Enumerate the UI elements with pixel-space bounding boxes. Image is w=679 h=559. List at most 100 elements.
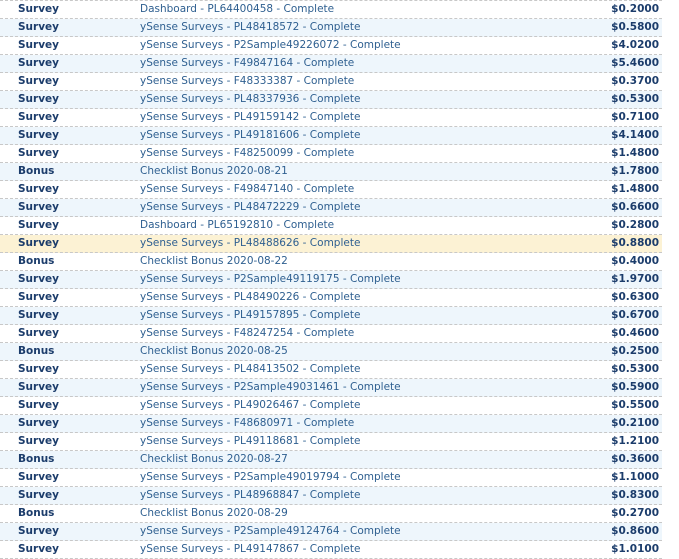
transaction-description: ySense Surveys - PL49147867 - Complete: [140, 543, 361, 555]
transaction-description: ySense Surveys - P2Sample49119175 - Comp…: [140, 273, 401, 285]
transaction-type: Bonus: [18, 507, 55, 519]
transaction-description: ySense Surveys - P2Sample49031461 - Comp…: [140, 381, 401, 393]
transaction-type: Survey: [18, 237, 60, 249]
table-row: Survey ySense Surveys - P2Sample49226072 …: [0, 37, 662, 55]
transaction-description: Checklist Bonus 2020-08-21: [140, 165, 288, 177]
transaction-amount: $4.1400: [611, 129, 659, 141]
transaction-amount: $0.4600: [611, 327, 659, 339]
transaction-type: Survey: [18, 417, 60, 429]
transaction-description: ySense Surveys - PL48418572 - Complete: [140, 21, 361, 33]
transaction-amount: $5.4600: [611, 57, 659, 69]
transaction-type: Bonus: [18, 165, 55, 177]
table-row: Survey ySense Surveys - F48333387 - Compl…: [0, 73, 662, 91]
transaction-amount: $0.4000: [611, 255, 659, 267]
transaction-amount: $0.8800: [611, 237, 659, 249]
transaction-amount: $0.5300: [611, 363, 659, 375]
transaction-amount: $1.4800: [611, 183, 659, 195]
table-row: Survey Dashboard - PL64400458 - Complete $…: [0, 1, 662, 19]
table-row: Survey Dashboard - PL65192810 - Complete $…: [0, 217, 662, 235]
transaction-amount: $0.6700: [611, 309, 659, 321]
transaction-type: Survey: [18, 201, 60, 213]
table-row: Survey ySense Surveys - PL49181606 - Comp…: [0, 127, 662, 145]
transaction-description: ySense Surveys - F48333387 - Complete: [140, 75, 355, 87]
transaction-type: Survey: [18, 57, 60, 69]
transaction-amount: $0.2500: [611, 345, 659, 357]
table-row: Survey ySense Surveys - PL49118681 - Comp…: [0, 433, 662, 451]
transaction-type: Survey: [18, 39, 60, 51]
table-row: Survey ySense Surveys - PL48418572 - Comp…: [0, 19, 662, 37]
transaction-amount: $0.3700: [611, 75, 659, 87]
transaction-type: Survey: [18, 75, 60, 87]
table-row: Survey ySense Surveys - PL49159142 - Comp…: [0, 109, 662, 127]
table-row: Survey ySense Surveys - F48247254 - Compl…: [0, 325, 662, 343]
transaction-amount: $0.6600: [611, 201, 659, 213]
transaction-description: ySense Surveys - PL48413502 - Complete: [140, 363, 361, 375]
transaction-type: Survey: [18, 129, 60, 141]
transaction-description: ySense Surveys - PL48337936 - Complete: [140, 93, 361, 105]
table-row: Survey ySense Surveys - F49847164 - Compl…: [0, 55, 662, 73]
transaction-amount: $1.2100: [611, 435, 659, 447]
transaction-description: ySense Surveys - F48680971 - Complete: [140, 417, 355, 429]
transaction-type: Survey: [18, 309, 60, 321]
transaction-description: ySense Surveys - F48250099 - Complete: [140, 147, 355, 159]
transaction-description: Checklist Bonus 2020-08-29: [140, 507, 288, 519]
table-row: Bonus Checklist Bonus 2020-08-22 $0.4000: [0, 253, 662, 271]
table-row: Survey ySense Surveys - PL48413502 - Comp…: [0, 361, 662, 379]
transaction-amount: $0.2000: [611, 3, 659, 15]
transaction-type: Survey: [18, 435, 60, 447]
transaction-amount: $1.0100: [611, 543, 659, 555]
transaction-description: ySense Surveys - F49847140 - Complete: [140, 183, 355, 195]
transaction-description: Checklist Bonus 2020-08-22: [140, 255, 288, 267]
table-row: Survey ySense Surveys - PL48337936 - Comp…: [0, 91, 662, 109]
table-row: Survey ySense Surveys - PL48490226 - Comp…: [0, 289, 662, 307]
transaction-amount: $0.7100: [611, 111, 659, 123]
transaction-amount: $0.5800: [611, 21, 659, 33]
table-row: Survey ySense Surveys - PL49026467 - Comp…: [0, 397, 662, 415]
transaction-description: ySense Surveys - PL49181606 - Complete: [140, 129, 361, 141]
transaction-description: ySense Surveys - PL48488626 - Complete: [140, 237, 361, 249]
transaction-type: Survey: [18, 489, 60, 501]
table-row: Bonus Checklist Bonus 2020-08-21 $1.7800: [0, 163, 662, 181]
transaction-type: Bonus: [18, 255, 55, 267]
transaction-amount: $1.7800: [611, 165, 659, 177]
transaction-description: ySense Surveys - F49847164 - Complete: [140, 57, 355, 69]
transaction-description: ySense Surveys - P2Sample49124764 - Comp…: [140, 525, 401, 537]
transaction-type: Survey: [18, 327, 60, 339]
transaction-type: Survey: [18, 111, 60, 123]
transaction-description: Checklist Bonus 2020-08-25: [140, 345, 288, 357]
transaction-description: ySense Surveys - PL49026467 - Complete: [140, 399, 361, 411]
table-row: Survey ySense Surveys - F48250099 - Compl…: [0, 145, 662, 163]
transaction-description: Dashboard - PL65192810 - Complete: [140, 219, 335, 231]
transaction-type: Survey: [18, 291, 60, 303]
transaction-amount: $1.4800: [611, 147, 659, 159]
transaction-amount: $0.2800: [611, 219, 659, 231]
transaction-type: Survey: [18, 543, 60, 555]
transaction-amount: $0.8300: [611, 489, 659, 501]
transaction-type: Survey: [18, 381, 60, 393]
transactions-table: Survey Dashboard - PL64400458 - Complete $…: [0, 0, 662, 559]
transaction-amount: $0.8600: [611, 525, 659, 537]
table-row: Bonus Checklist Bonus 2020-08-29 $0.2700: [0, 505, 662, 523]
transaction-type: Bonus: [18, 453, 55, 465]
transaction-description: ySense Surveys - PL48968847 - Complete: [140, 489, 361, 501]
table-row: Survey ySense Surveys - F49847140 - Compl…: [0, 181, 662, 199]
table-row: Survey ySense Surveys - F48680971 - Compl…: [0, 415, 662, 433]
transaction-type: Survey: [18, 219, 60, 231]
transaction-description: ySense Surveys - P2Sample49226072 - Comp…: [140, 39, 401, 51]
table-row: Survey ySense Surveys - PL49147867 - Comp…: [0, 541, 662, 559]
table-row: Survey ySense Surveys - PL48472229 - Comp…: [0, 199, 662, 217]
transaction-description: Checklist Bonus 2020-08-27: [140, 453, 288, 465]
transaction-type: Survey: [18, 147, 60, 159]
transaction-amount: $0.2100: [611, 417, 659, 429]
transaction-type: Survey: [18, 471, 60, 483]
table-row: Survey ySense Surveys - P2Sample49031461 …: [0, 379, 662, 397]
transaction-amount: $0.5900: [611, 381, 659, 393]
transaction-description: ySense Surveys - P2Sample49019794 - Comp…: [140, 471, 401, 483]
transaction-description: ySense Surveys - PL49159142 - Complete: [140, 111, 361, 123]
transaction-description: ySense Surveys - PL49157895 - Complete: [140, 309, 361, 321]
table-row: Survey ySense Surveys - P2Sample49119175 …: [0, 271, 662, 289]
transaction-type: Survey: [18, 399, 60, 411]
transaction-amount: $0.6300: [611, 291, 659, 303]
transaction-type: Survey: [18, 183, 60, 195]
table-row: Survey ySense Surveys - P2Sample49019794 …: [0, 469, 662, 487]
